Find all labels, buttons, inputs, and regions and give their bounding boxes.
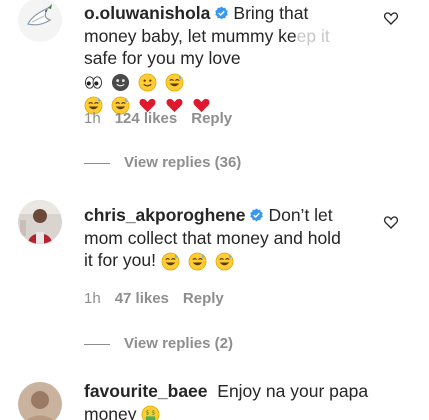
eyes-icon [84, 75, 103, 89]
comment-text: it for you! [84, 250, 156, 270]
emoji-group [161, 250, 237, 273]
comment-body: o.oluwanishola Bring that money baby, let… [84, 2, 334, 117]
avatar[interactable] [18, 0, 62, 42]
person-avatar-icon [18, 382, 62, 420]
comment-username[interactable]: o.oluwanishola [84, 3, 210, 23]
view-replies-label: View replies (36) [124, 154, 242, 171]
comment-likes[interactable]: 47 likes [115, 290, 169, 307]
verified-badge-icon [250, 208, 264, 222]
comment-body: favourite_baee Enjoy na your papa money … [84, 380, 384, 420]
verified-badge-icon [215, 6, 229, 20]
comment-time: 1h [84, 290, 101, 307]
svg-text:$: $ [152, 410, 156, 416]
comment-text: money baby, let mummy ke [84, 25, 297, 46]
comment-item: o.oluwanishola Bring that money baby, let… [0, 0, 429, 150]
comment-username[interactable]: favourite_baee [84, 381, 208, 401]
comment-text: money [84, 403, 137, 420]
like-heart-icon[interactable] [383, 10, 399, 26]
svg-text:$: $ [146, 410, 150, 416]
comment-text: Don’t let [268, 205, 333, 225]
view-replies-button[interactable]: View replies (36) [84, 154, 241, 171]
dove-avatar-icon [18, 0, 62, 42]
grinning-sweat-face-icon [165, 73, 184, 92]
grinning-sweat-face-icon [215, 252, 234, 271]
person-avatar-icon [18, 200, 62, 244]
divider-line [84, 162, 110, 164]
comment-time: 1h [84, 110, 101, 127]
reply-button[interactable]: Reply [191, 110, 232, 127]
divider-line [84, 343, 110, 345]
comment-text: safe for you my love [84, 48, 241, 68]
comment-text: mom collect that money and hold [84, 227, 341, 248]
comment-meta: 1h 47 likes Reply [84, 290, 238, 307]
view-replies-label: View replies (2) [124, 335, 233, 352]
avatar[interactable] [18, 382, 62, 420]
reply-button[interactable]: Reply [183, 290, 224, 307]
smiling-face-icon [138, 73, 157, 92]
view-replies-button[interactable]: View replies (2) [84, 335, 233, 352]
money-mouth-face-icon: $ $ [141, 405, 160, 420]
like-heart-icon[interactable] [383, 214, 399, 230]
comment-likes[interactable]: 124 likes [115, 110, 178, 127]
grinning-sweat-face-icon [161, 252, 180, 271]
comment-text: ep it [296, 25, 330, 46]
comment-meta: 1h 124 likes Reply [84, 110, 246, 127]
comment-text: Enjoy na your papa [217, 381, 369, 401]
avatar[interactable] [18, 200, 62, 244]
comment-item: chris_akporoghene Don’t let mom collect t… [0, 196, 429, 316]
grinning-sweat-face-icon [188, 252, 207, 271]
comment-item: favourite_baee Enjoy na your papa money … [0, 378, 429, 420]
comment-username[interactable]: chris_akporoghene [84, 205, 245, 225]
comment-text: Bring that [233, 3, 309, 23]
comment-body: chris_akporoghene Don’t let mom collect t… [84, 204, 384, 273]
dark-face-icon [111, 73, 129, 91]
emoji-group [84, 71, 187, 94]
